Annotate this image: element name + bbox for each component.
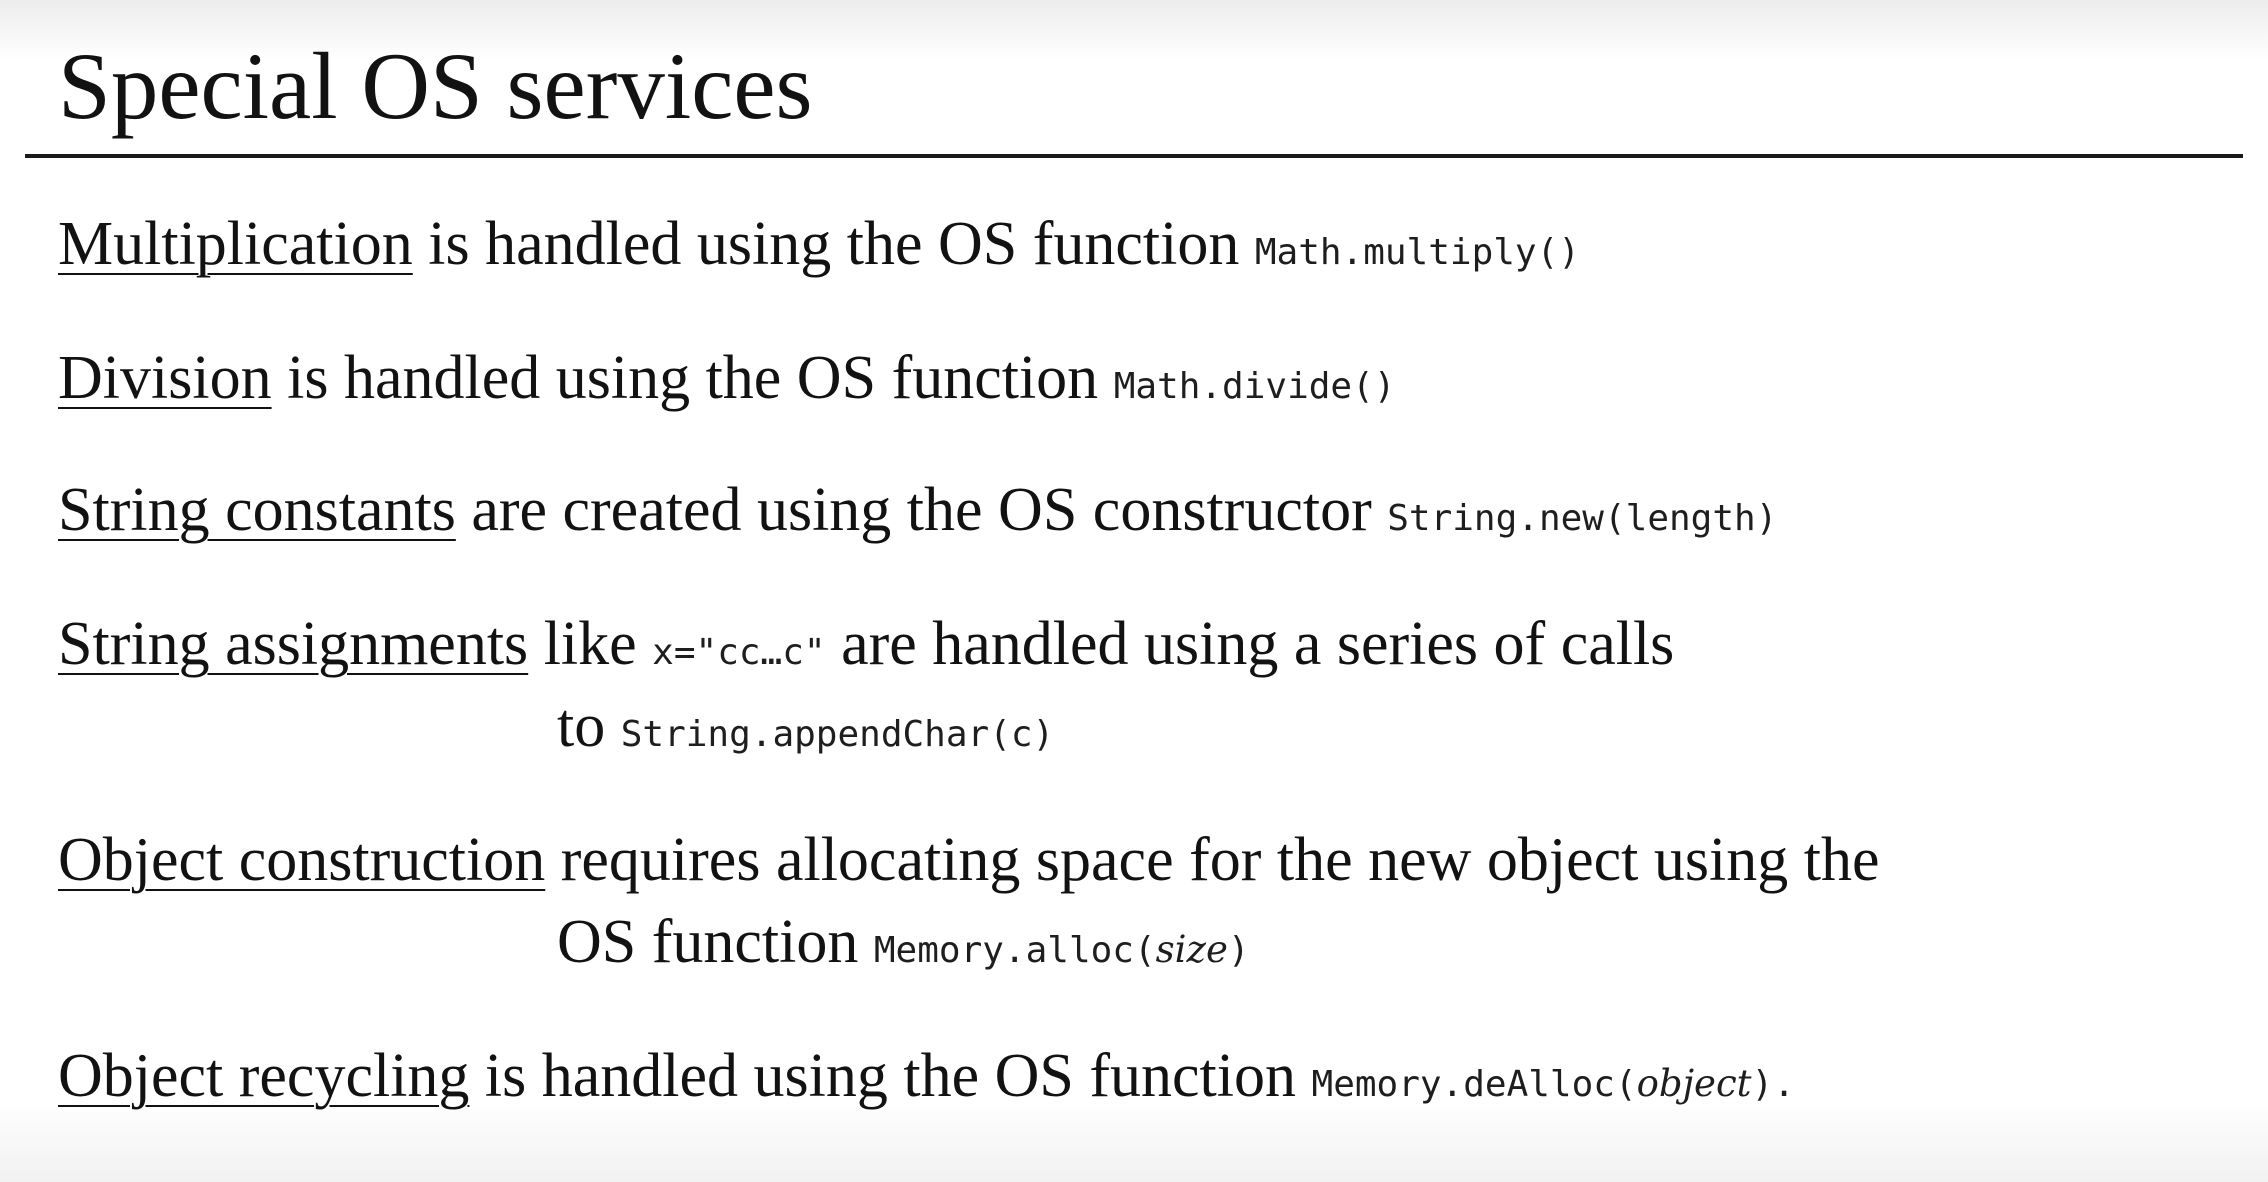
code-arg-object: object [1636, 1062, 1752, 1105]
item-text: to [557, 692, 621, 760]
term-string-constants: String constants [58, 476, 456, 544]
title-divider [25, 154, 2243, 158]
bullet-object-recycling: Object recycling is handled using the OS… [58, 1036, 1795, 1125]
term-multiplication: Multiplication [58, 210, 413, 278]
code-fn-name: Memory.alloc( [873, 930, 1156, 971]
code-string-literal: x="cc…c" [652, 632, 826, 673]
item-text: is handled using the OS function [271, 344, 1114, 412]
item-text: requires allocating space for the new ob… [545, 826, 1880, 894]
slide: Special OS services Multiplication is ha… [0, 0, 2268, 1182]
item-text: is handled using the OS function [412, 210, 1255, 278]
code-string-appendchar: String.appendChar(c) [620, 714, 1055, 755]
term-object-recycling: Object recycling [58, 1042, 470, 1110]
code-paren: ). [1751, 1064, 1795, 1105]
item-text: is handled using the OS function [469, 1042, 1312, 1110]
bullet-multiplication: Multiplication is handled using the OS f… [58, 204, 1580, 293]
term-string-assignments: String assignments [58, 610, 529, 678]
code-memory-dealloc: Memory.deAlloc(object). [1311, 1062, 1795, 1105]
code-fn-name: Memory.deAlloc( [1311, 1064, 1637, 1105]
code-memory-alloc: Memory.alloc(size) [873, 928, 1250, 971]
item-text: are handled using a series of calls [825, 610, 1675, 678]
bullet-object-construction-continuation: OS function Memory.alloc(size) [557, 902, 1250, 991]
item-text: are created using the OS constructor [455, 476, 1388, 544]
bullet-object-construction: Object construction requires allocating … [58, 820, 1880, 900]
bullet-string-assignments-continuation: to String.appendChar(c) [557, 686, 1054, 775]
bullet-string-constants: String constants are created using the O… [58, 470, 1777, 559]
code-math-divide: Math.divide() [1113, 366, 1396, 407]
bullet-division: Division is handled using the OS functio… [58, 338, 1395, 427]
code-arg-size: size [1155, 928, 1228, 971]
code-math-multiply: Math.multiply() [1254, 232, 1580, 273]
code-string-new: String.new(length) [1387, 498, 1778, 539]
term-division: Division [58, 344, 272, 412]
term-object-construction: Object construction [58, 826, 546, 894]
item-text: like [528, 610, 653, 678]
code-paren: ) [1227, 930, 1250, 971]
item-text: OS function [557, 908, 874, 976]
bullet-string-assignments: String assignments like x="cc…c" are han… [58, 604, 1674, 693]
slide-title: Special OS services [58, 33, 813, 139]
